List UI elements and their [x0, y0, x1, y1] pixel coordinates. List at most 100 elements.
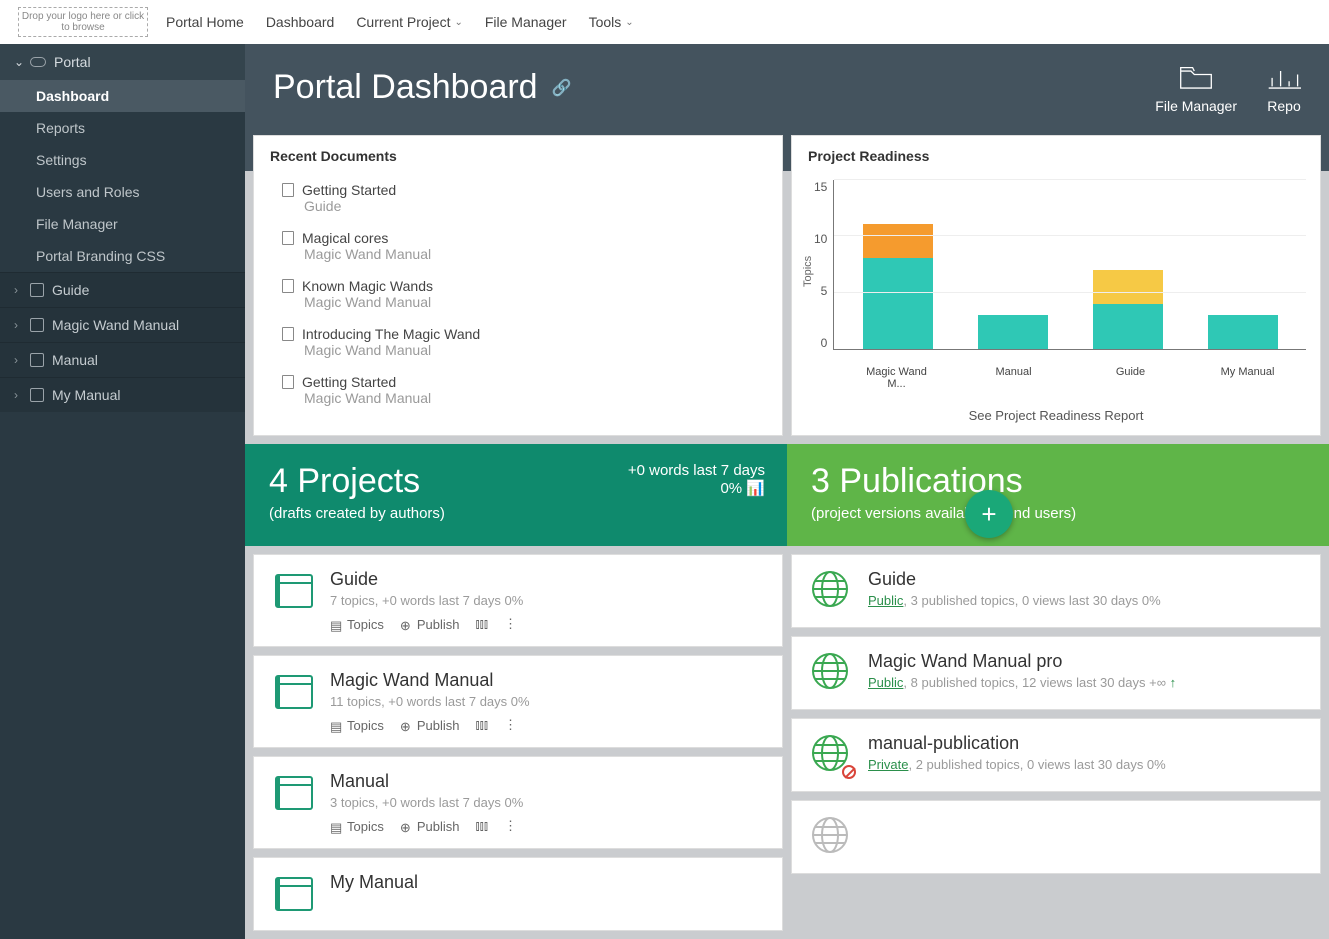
projects-meta-line2: 0% 📊	[628, 479, 765, 497]
project-title: Manual	[330, 771, 764, 792]
list-icon: ▤	[330, 820, 343, 833]
sidebar-item-users-and-roles[interactable]: Users and Roles	[0, 176, 245, 208]
project-item[interactable]: Guide7 topics, +0 words last 7 days 0%▤T…	[253, 554, 783, 647]
sidebar-item-reports[interactable]: Reports	[0, 112, 245, 144]
sidebar-project-magic-wand-manual[interactable]: ›Magic Wand Manual	[0, 307, 245, 342]
reports-label: Repo	[1267, 98, 1300, 114]
recent-doc-title: Known Magic Wands	[302, 278, 433, 294]
topbar: Drop your logo here or click to browse P…	[0, 0, 1329, 44]
file-icon	[282, 327, 294, 341]
topnav-current-project[interactable]: Current Project⌄	[356, 14, 463, 30]
more-button[interactable]: ⋮	[504, 616, 517, 632]
blocked-icon	[842, 765, 856, 779]
ytick: 5	[814, 284, 827, 298]
sidebar-group-portal[interactable]: ⌄ Portal	[0, 44, 245, 80]
file-manager-button[interactable]: File Manager	[1155, 62, 1237, 114]
publication-item[interactable]: manual-publication Private, 2 published t…	[791, 718, 1321, 792]
sidebar: ⌄ Portal DashboardReportsSettingsUsers a…	[0, 44, 245, 939]
bar-chart-icon: ⫾⫾⫾	[476, 616, 488, 632]
logo-dropzone[interactable]: Drop your logo here or click to browse	[18, 7, 148, 37]
readiness-report-link[interactable]: See Project Readiness Report	[792, 390, 1320, 423]
bar-chart-icon: ⫾⫾⫾	[476, 818, 488, 834]
topnav-file-manager[interactable]: File Manager	[485, 14, 567, 30]
sidebar-item-dashboard[interactable]: Dashboard	[0, 80, 245, 112]
sidebar-item-file-manager[interactable]: File Manager	[0, 208, 245, 240]
publication-item[interactable]: Magic Wand Manual proPublic, 8 published…	[791, 636, 1321, 710]
project-readiness-head: Project Readiness	[792, 136, 1320, 176]
globe-icon: ⊕	[400, 618, 413, 631]
recent-doc[interactable]: Magical coresMagic Wand Manual	[254, 224, 782, 272]
project-sub: 11 topics, +0 words last 7 days 0%	[330, 694, 764, 709]
topnav-portal-home[interactable]: Portal Home	[166, 14, 244, 30]
topnav-tools[interactable]: Tools⌄	[589, 14, 634, 30]
projects-meta: +0 words last 7 days 0% 📊	[628, 462, 765, 497]
visibility-link[interactable]: Public	[868, 675, 903, 690]
stats-button[interactable]: ⫾⫾⫾	[476, 818, 488, 834]
add-project-button[interactable]: +	[965, 490, 1013, 538]
publish-button[interactable]: ⊕Publish	[400, 718, 460, 733]
publication-item[interactable]: GuidePublic, 3 published topics, 0 views…	[791, 554, 1321, 628]
publish-button[interactable]: ⊕Publish	[400, 819, 460, 834]
bar	[1208, 315, 1278, 349]
file-icon	[282, 279, 294, 293]
reports-button[interactable]: Repo	[1267, 62, 1301, 114]
page-title-text: Portal Dashboard	[273, 68, 538, 107]
sidebar-project-label: Magic Wand Manual	[52, 317, 179, 333]
book-icon	[30, 318, 44, 332]
readiness-chart	[833, 180, 1306, 350]
recent-doc-title: Introducing The Magic Wand	[302, 326, 480, 342]
visibility-link[interactable]: Private	[868, 757, 908, 772]
recent-doc[interactable]: Known Magic WandsMagic Wand Manual	[254, 272, 782, 320]
project-title: My Manual	[330, 872, 764, 893]
recent-doc[interactable]: Getting StartedMagic Wand Manual	[254, 368, 782, 416]
project-icon	[272, 872, 316, 916]
sidebar-item-portal-branding-css[interactable]: Portal Branding CSS	[0, 240, 245, 272]
recent-doc-sub: Magic Wand Manual	[304, 246, 766, 262]
stats-button[interactable]: ⫾⫾⫾	[476, 717, 488, 733]
project-item[interactable]: My Manual	[253, 857, 783, 931]
topics-button[interactable]: ▤Topics	[330, 617, 384, 632]
ytick: 0	[814, 336, 827, 350]
chart-ylabel: Topics	[802, 180, 814, 362]
link-icon[interactable]: 🔗	[552, 78, 572, 98]
publish-button[interactable]: ⊕Publish	[400, 617, 460, 632]
sidebar-project-manual[interactable]: ›Manual	[0, 342, 245, 377]
more-button[interactable]: ⋮	[504, 717, 517, 733]
cloud-icon	[30, 57, 46, 67]
recent-doc[interactable]: Getting StartedGuide	[254, 176, 782, 224]
sidebar-item-settings[interactable]: Settings	[0, 144, 245, 176]
sidebar-project-guide[interactable]: ›Guide	[0, 272, 245, 307]
bar	[863, 224, 933, 349]
project-icon	[272, 771, 316, 815]
recent-doc-sub: Magic Wand Manual	[304, 342, 766, 358]
topics-button[interactable]: ▤Topics	[330, 718, 384, 733]
sidebar-project-label: Manual	[52, 352, 98, 368]
bar-chart-icon[interactable]: 📊	[746, 480, 765, 497]
publication-item[interactable]	[791, 800, 1321, 874]
file-icon	[282, 231, 294, 245]
visibility-link[interactable]: Public	[868, 593, 903, 608]
project-title: Magic Wand Manual	[330, 670, 764, 691]
more-button[interactable]: ⋮	[504, 818, 517, 834]
publication-sub: Public, 8 published topics, 12 views las…	[868, 675, 1302, 690]
topnav-dashboard[interactable]: Dashboard	[266, 14, 335, 30]
project-item[interactable]: Magic Wand Manual 11 topics, +0 words las…	[253, 655, 783, 748]
sidebar-group-label: Portal	[54, 54, 91, 70]
publication-title: manual-publication	[868, 733, 1302, 754]
page-title: Portal Dashboard 🔗	[273, 68, 572, 107]
project-icon	[272, 569, 316, 613]
projects-column: Guide7 topics, +0 words last 7 days 0%▤T…	[253, 554, 783, 931]
project-title: Guide	[330, 569, 764, 590]
sidebar-project-my-manual[interactable]: ›My Manual	[0, 377, 245, 412]
stats-button[interactable]: ⫾⫾⫾	[476, 616, 488, 632]
recent-doc[interactable]: Introducing The Magic WandMagic Wand Man…	[254, 320, 782, 368]
topics-button[interactable]: ▤Topics	[330, 819, 384, 834]
bar	[1093, 270, 1163, 349]
chevron-down-icon: ⌄	[14, 55, 22, 69]
ytick: 10	[814, 232, 827, 246]
project-item[interactable]: Manual3 topics, +0 words last 7 days 0%▤…	[253, 756, 783, 849]
sidebar-project-label: Guide	[52, 282, 89, 298]
publications-summary: 3 Publications (project versions availab…	[787, 444, 1329, 546]
globe-icon	[810, 569, 854, 613]
publication-sub: Private, 2 published topics, 0 views las…	[868, 757, 1302, 772]
